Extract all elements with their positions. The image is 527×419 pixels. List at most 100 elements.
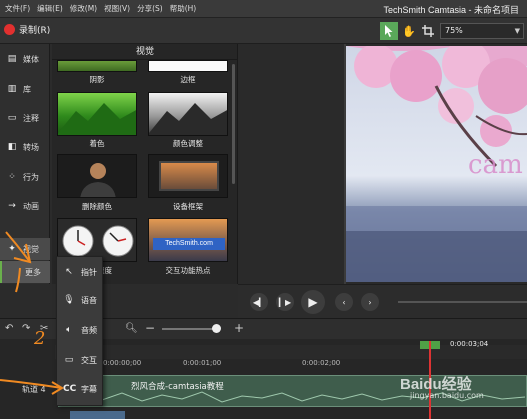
pan-tool-button[interactable]: ✋ [400, 22, 418, 40]
visual-effects-icon: ✦ [8, 244, 16, 254]
hotspot-thumb-text: TechSmith.com [153, 238, 225, 250]
annotation-number-1: 1 [16, 266, 17, 267]
behavior-icon: ⁘ [8, 172, 16, 182]
menu-help[interactable]: 帮助(H) [170, 3, 197, 14]
redo-icon[interactable]: ↷ [22, 323, 30, 334]
mountain-icon [58, 103, 136, 135]
interactive-icon: ▭ [64, 355, 74, 365]
record-label: 录制(R) [19, 26, 51, 36]
film-icon: ▤ [7, 54, 17, 64]
effect-thumb-remove-color[interactable] [57, 154, 137, 198]
play-icon: ▶ [308, 295, 318, 309]
chevron-left-icon: ‹ [342, 297, 346, 307]
more-menu-item-interactive[interactable]: ▭ 交互 [57, 349, 104, 371]
cc-icon: CC [63, 384, 77, 394]
menu-share[interactable]: 分享(S) [137, 3, 163, 14]
sidebar-item-annotations[interactable]: ▭ 注释 [0, 107, 50, 129]
play-button[interactable]: ▶ [301, 290, 325, 314]
menu-modify[interactable]: 修改(M) [70, 3, 97, 14]
menu-list: 文件(F) 编辑(E) 修改(M) 视图(V) 分享(S) 帮助(H) [0, 3, 196, 14]
effect-thumb-colorize[interactable] [57, 92, 137, 136]
previous-button[interactable]: ‹ [335, 293, 353, 311]
more-menu-label: 音频 [81, 325, 97, 335]
ruler-time-1: 0:00:01;00 [183, 359, 222, 367]
playhead-time: 0:00:03;04 [450, 340, 489, 348]
sidebar-item-label: 库 [23, 84, 31, 94]
menu-file[interactable]: 文件(F) [5, 3, 30, 14]
preview-overlay-text: cam [468, 150, 523, 180]
more-menu-item-audio[interactable]: 🔈︎ 音频 [57, 319, 104, 341]
track-label: 轨道 4 [22, 385, 46, 394]
more-menu-item-captions[interactable]: CC 字幕 [57, 378, 104, 400]
crop-icon [422, 25, 434, 37]
sidebar-item-transitions[interactable]: ◧ 转场 [0, 136, 50, 158]
sidebar-item-behaviors[interactable]: ⁘ 行为 [0, 166, 50, 188]
sidebar-item-label: 转场 [23, 142, 39, 152]
effect-label-border: 边框 [180, 75, 196, 84]
record-button[interactable]: 录制(R) [4, 23, 50, 36]
chevron-down-icon: ▼ [514, 27, 520, 35]
speaker-icon: 🔈︎ [66, 325, 72, 335]
effect-label-remove-color: 删除颜色 [82, 202, 112, 211]
sidebar-item-label: 视觉 [23, 244, 39, 254]
mountain-icon [149, 103, 227, 135]
more-menu: ↖ 指针 🎙︎ 语音 🔈︎ 音频 ▭ 交互 CC 字幕 [56, 256, 103, 406]
annotation-number-2: 2 [34, 328, 46, 349]
more-menu-item-voice[interactable]: 🎙︎ 语音 [57, 289, 104, 311]
timeline-zoom-knob[interactable] [212, 324, 221, 333]
pointer-tool-button[interactable] [380, 22, 398, 40]
zoom-in-icon[interactable]: + [234, 321, 244, 335]
next-button[interactable]: › [361, 293, 379, 311]
library-icon: ▥ [7, 84, 17, 94]
visual-effects-panel: 视觉 阴影 边框 着色 颜色调整 删除颜色 设备框架 剪辑速度 TechSmit… [52, 44, 238, 284]
video-preview[interactable]: cam [346, 46, 527, 282]
sidebar-item-more[interactable]: 更多 [0, 261, 50, 283]
panel-scrollbar[interactable] [232, 64, 235, 184]
sidebar-item-visual-effects[interactable]: ✦ 视觉 [0, 238, 50, 260]
undo-icon[interactable]: ↶ [5, 323, 13, 334]
sidebar-item-label: 行为 [23, 172, 39, 182]
menu-view[interactable]: 视图(V) [104, 3, 130, 14]
effect-thumb-border[interactable] [148, 60, 228, 72]
effect-label-shadow: 阴影 [89, 75, 105, 84]
zoom-out-icon[interactable]: − [145, 321, 155, 335]
sidebar-item-media[interactable]: ▤ 媒体 [0, 48, 50, 70]
zoom-search-icon: 🔍︎ [125, 323, 138, 334]
effect-label-device-frame: 设备框架 [173, 202, 203, 211]
effect-thumb-device-frame[interactable] [148, 154, 228, 198]
effect-thumb-interactive-hotspot[interactable]: TechSmith.com [148, 218, 228, 262]
more-menu-label: 指针 [81, 267, 97, 277]
step-back-button[interactable]: ◀▎ [250, 293, 268, 311]
microphone-icon: 🎙︎ [63, 295, 75, 305]
person-icon [80, 163, 116, 197]
preview-scrubber[interactable] [398, 301, 527, 303]
sidebar-item-animations[interactable]: → 动画 [0, 195, 50, 217]
ruler-time-2: 0:00:02;00 [302, 359, 341, 367]
sidebar-item-label: 动画 [23, 201, 39, 211]
device-frame-icon [159, 161, 219, 191]
sidebar-item-label: 更多 [25, 267, 41, 277]
callout-icon: ▭ [7, 113, 17, 123]
transition-icon: ◧ [7, 142, 17, 152]
zoom-select[interactable]: 75% ▼ [440, 23, 524, 39]
panel-title: 视觉 [52, 44, 238, 60]
menu-bar: 文件(F) 编辑(E) 修改(M) 视图(V) 分享(S) 帮助(H) Tech… [0, 0, 527, 18]
more-menu-label: 交互 [81, 355, 97, 365]
effect-thumb-shadow[interactable] [57, 60, 137, 72]
toolbar: 录制(R) ✋ 75% ▼ [0, 18, 527, 44]
sidebar-item-library[interactable]: ▥ 库 [0, 78, 50, 100]
effect-thumb-color-adjust[interactable] [148, 92, 228, 136]
step-forward-icon: ▎▶ [278, 297, 292, 307]
crop-tool-button[interactable] [419, 22, 437, 40]
sidebar: ▤ 媒体 ▥ 库 ▭ 注释 ◧ 转场 ⁘ 行为 → 动画 ✦ 视觉 更多 [0, 44, 50, 284]
timeline-zoom-slider[interactable] [162, 328, 217, 330]
more-menu-item-cursor[interactable]: ↖ 指针 [57, 261, 104, 283]
record-icon [4, 24, 15, 35]
step-forward-button[interactable]: ▎▶ [276, 293, 294, 311]
more-menu-label: 语音 [81, 295, 97, 305]
timeline-clip-lower[interactable] [70, 411, 125, 419]
zoom-value: 75% [445, 26, 463, 35]
menu-edit[interactable]: 编辑(E) [37, 3, 63, 14]
more-menu-label: 字幕 [81, 384, 97, 394]
ruler-time-0: 0:00:00;00 [103, 359, 142, 367]
